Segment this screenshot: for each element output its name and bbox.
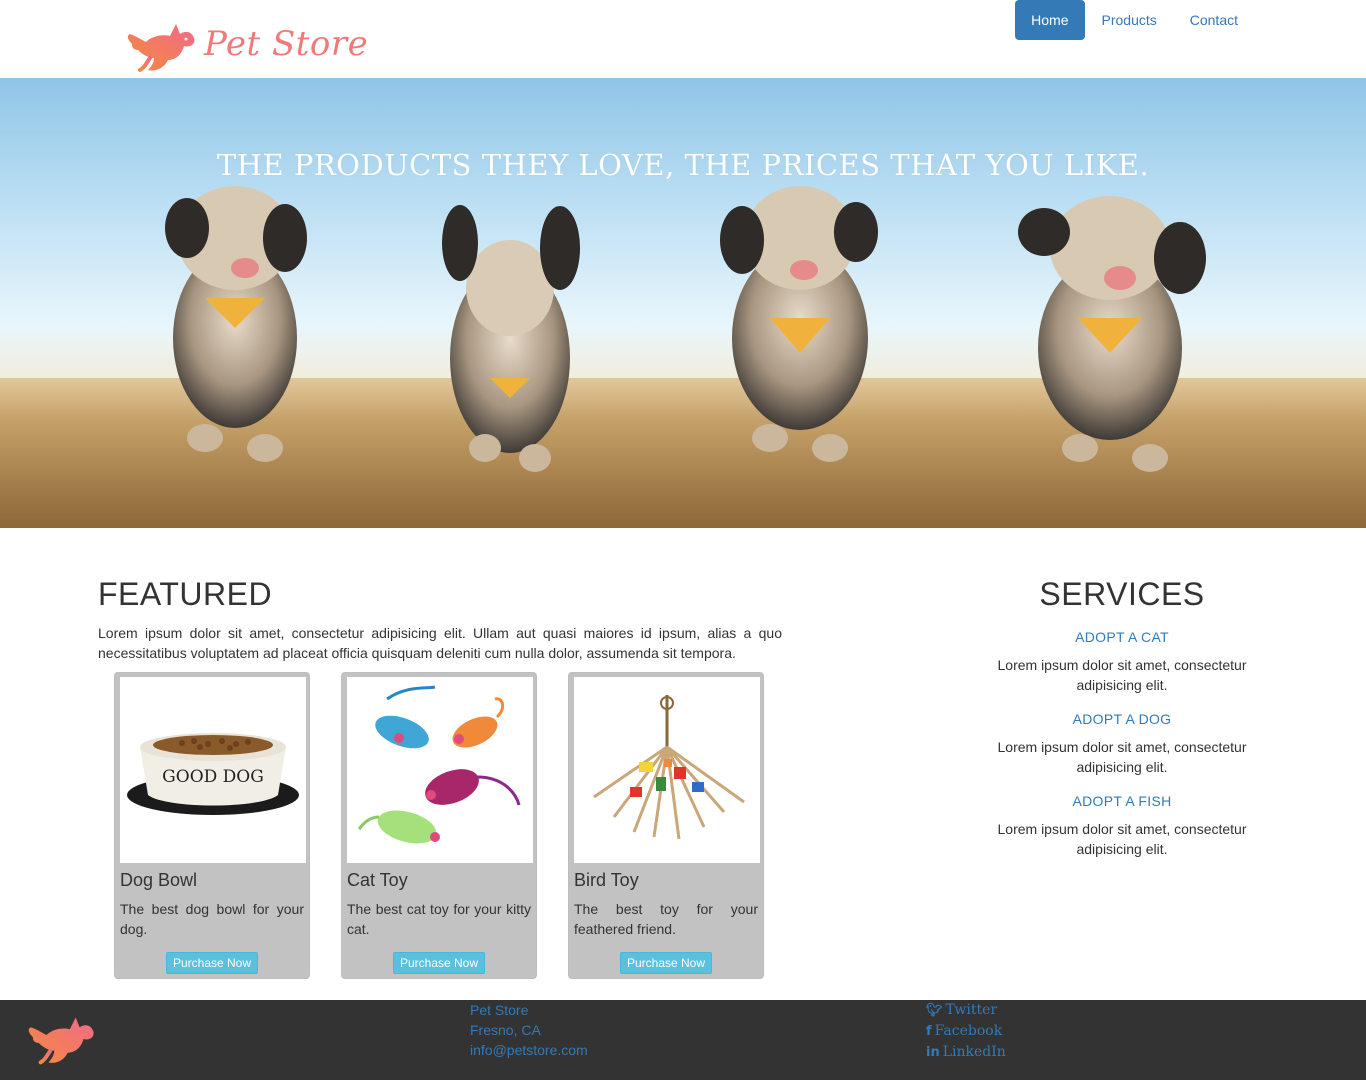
- purchase-button[interactable]: Purchase Now: [392, 952, 486, 974]
- linkedin-link[interactable]: in LinkedIn: [926, 1042, 1006, 1063]
- service-description: Lorem ipsum dolor sit amet, consectetur …: [997, 739, 1247, 775]
- featured-section: FEATURED Lorem ipsum dolor sit amet, con…: [98, 576, 782, 663]
- footer-logo[interactable]: [25, 1007, 101, 1072]
- brand-name: Pet Store: [204, 24, 369, 64]
- bird-toy-image: [574, 677, 760, 863]
- nav-home[interactable]: Home: [1015, 0, 1085, 40]
- hero-headline: THE PRODUCTS THEY LOVE, THE PRICES THAT …: [216, 148, 1150, 182]
- dog-logo-icon: [127, 24, 195, 72]
- navbar: Pet Store Home Products Contact: [0, 0, 1366, 78]
- linkedin-icon: in: [926, 1045, 940, 1060]
- product-card-dog-bowl: GOOD DOG Dog Bowl The best dog bowl for …: [114, 672, 310, 979]
- nav-menu: Home Products Contact: [1014, 0, 1254, 40]
- services-section: SERVICES ADOPT A CAT Lorem ipsum dolor s…: [990, 576, 1254, 859]
- dog-logo-icon: [28, 1017, 94, 1065]
- footer-store-name: Pet Store: [470, 1002, 529, 1018]
- service-description: Lorem ipsum dolor sit amet, consectetur …: [997, 657, 1247, 693]
- product-card-cat-toy: Cat Toy The best cat toy for your kitty …: [341, 672, 537, 979]
- twitter-icon: 🐦︎: [926, 1003, 943, 1018]
- facebook-icon: f: [926, 1024, 932, 1039]
- hero-banner: THE PRODUCTS THEY LOVE, THE PRICES THAT …: [0, 78, 1366, 528]
- dog-bowl-image: GOOD DOG: [120, 677, 306, 863]
- nav-contact[interactable]: Contact: [1174, 0, 1254, 40]
- purchase-button[interactable]: Purchase Now: [619, 952, 713, 974]
- product-name: Dog Bowl: [120, 870, 198, 890]
- product-description: The best toy for your feathered friend.: [574, 901, 758, 937]
- footer-location: Fresno, CA: [470, 1022, 541, 1038]
- service-adopt-cat[interactable]: ADOPT A CAT: [990, 629, 1254, 645]
- cat-toy-image: [347, 677, 533, 863]
- nav-products[interactable]: Products: [1086, 0, 1173, 40]
- product-name: Cat Toy: [347, 870, 408, 890]
- footer-social: 🐦︎ Twitter f Facebook in LinkedIn: [926, 1000, 1006, 1063]
- featured-heading: FEATURED: [98, 576, 273, 612]
- footer-contact: Pet Store Fresno, CA info@petstore.com: [470, 1000, 588, 1060]
- service-adopt-dog[interactable]: ADOPT A DOG: [990, 711, 1254, 727]
- product-description: The best dog bowl for your dog.: [120, 901, 304, 937]
- service-description: Lorem ipsum dolor sit amet, consectetur …: [997, 821, 1247, 857]
- product-card-bird-toy: Bird Toy The best toy for your feathered…: [568, 672, 764, 979]
- facebook-link[interactable]: f Facebook: [926, 1021, 1006, 1042]
- service-adopt-fish[interactable]: ADOPT A FISH: [990, 793, 1254, 809]
- running-dogs-image: [0, 186, 1366, 528]
- product-description: The best cat toy for your kitty cat.: [347, 901, 531, 937]
- purchase-button[interactable]: Purchase Now: [165, 952, 259, 974]
- footer: Pet Store Fresno, CA info@petstore.com 🐦…: [0, 1000, 1366, 1080]
- services-heading: SERVICES: [1039, 576, 1205, 612]
- featured-description: Lorem ipsum dolor sit amet, consectetur …: [98, 625, 782, 661]
- footer-email-link[interactable]: info@petstore.com: [470, 1040, 588, 1060]
- brand-logo[interactable]: Pet Store: [124, 14, 368, 74]
- product-name: Bird Toy: [574, 870, 639, 890]
- twitter-link[interactable]: 🐦︎ Twitter: [926, 1000, 1006, 1021]
- bowl-label: GOOD DOG: [162, 767, 264, 787]
